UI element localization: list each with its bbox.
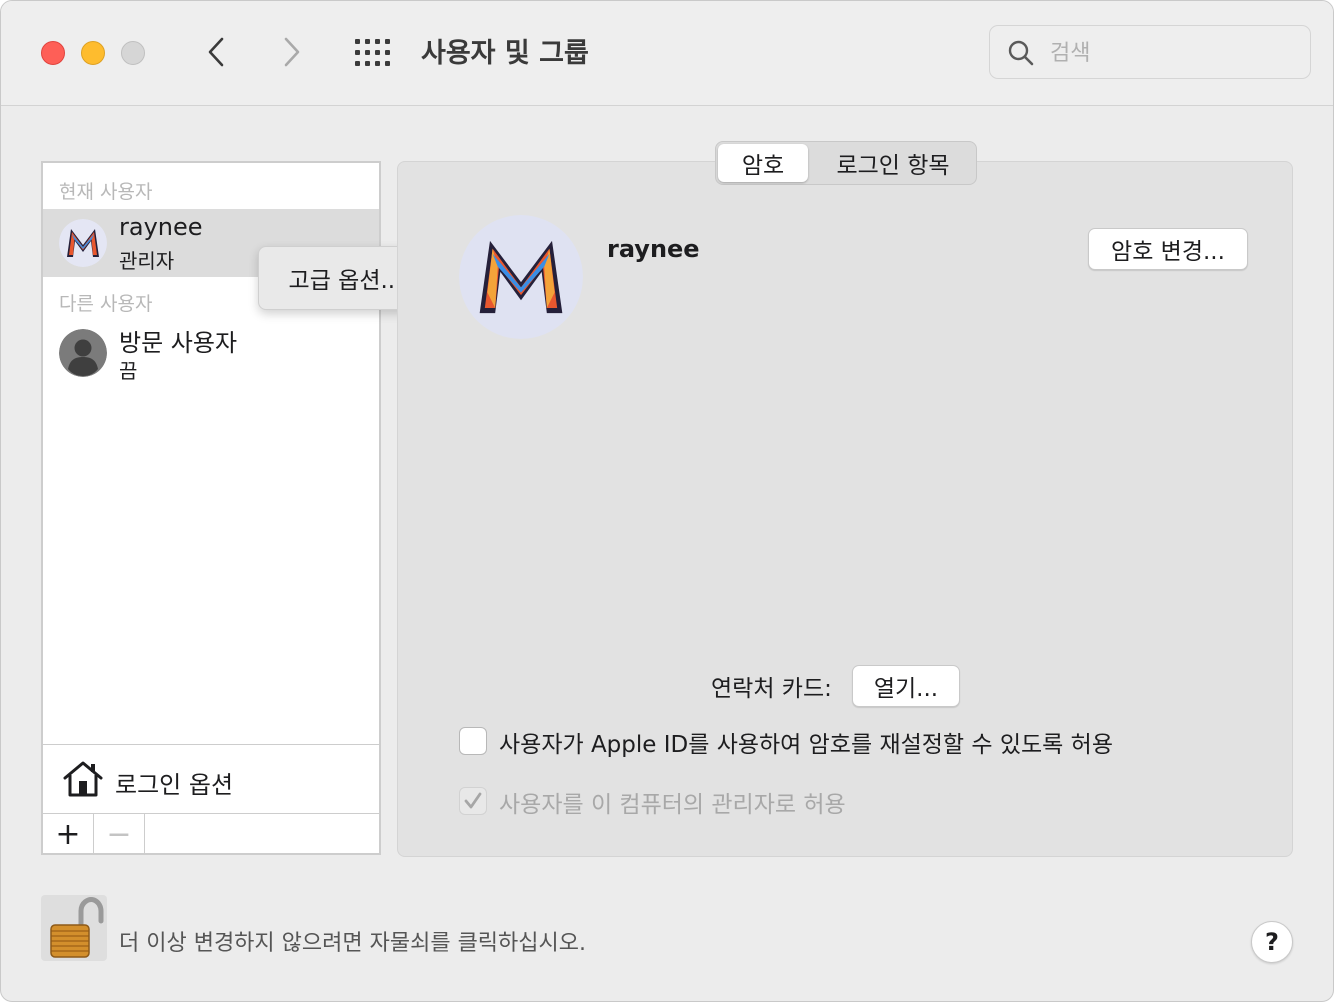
sidebar-button-bar: + − (43, 813, 379, 854)
avatar (59, 219, 107, 267)
minimize-button[interactable] (81, 41, 105, 65)
lock-instruction-text: 더 이상 변경하지 않으려면 자물쇠를 클릭하십시오. (119, 931, 587, 956)
m-logo-avatar-icon (459, 215, 583, 339)
magnifier-icon (1008, 40, 1034, 66)
system-preferences-window: 사용자 및 그룹 현재 사용자 raynee 관리자 다른 사용자 (0, 0, 1334, 1002)
user-picture[interactable] (459, 215, 583, 339)
remove-user-button[interactable]: − (94, 814, 145, 854)
allow-apple-id-label: 사용자가 Apple ID를 사용하여 암호를 재설정할 수 있도록 허용 (499, 732, 1113, 758)
open-contact-card-button[interactable]: 열기... (852, 665, 960, 707)
padlock-open-icon (50, 897, 104, 958)
detail-user-name: raynee (607, 235, 700, 263)
allow-admin-checkbox[interactable] (459, 787, 487, 815)
forward-button[interactable] (275, 31, 309, 73)
m-logo-avatar-icon (59, 219, 107, 267)
chevron-left-icon (208, 37, 224, 67)
chevron-right-icon (284, 37, 300, 67)
help-button[interactable]: ? (1251, 921, 1293, 963)
tab-login-items[interactable]: 로그인 항목 (810, 142, 976, 184)
contact-card-label: 연락처 카드: (711, 676, 832, 702)
user-name: raynee (119, 213, 203, 241)
avatar (59, 329, 107, 377)
user-row-guest[interactable]: 방문 사용자 끔 (43, 319, 379, 387)
login-options-item[interactable]: 로그인 옵션 (43, 745, 379, 813)
tab-password[interactable]: 암호 (718, 144, 808, 182)
search-input[interactable] (1048, 36, 1302, 70)
grid-icon[interactable] (355, 39, 391, 67)
user-name: 방문 사용자 (119, 329, 238, 357)
tab-bar: 암호 로그인 항목 (715, 141, 977, 185)
allow-admin-label: 사용자를 이 컴퓨터의 관리자로 허용 (499, 792, 846, 818)
checkmark-icon (464, 792, 482, 809)
change-password-button[interactable]: 암호 변경... (1088, 228, 1248, 270)
current-users-header: 현재 사용자 (59, 181, 153, 203)
user-status: 끔 (119, 359, 138, 383)
search-field[interactable] (989, 25, 1311, 79)
other-users-header: 다른 사용자 (59, 293, 153, 315)
toolbar: 사용자 및 그룹 (1, 1, 1333, 106)
lock-button[interactable] (41, 895, 107, 961)
login-options-label: 로그인 옵션 (115, 771, 234, 799)
zoom-button[interactable] (121, 41, 145, 65)
user-role: 관리자 (119, 249, 175, 273)
add-user-button[interactable]: + (43, 814, 94, 854)
close-button[interactable] (41, 41, 65, 65)
window-title: 사용자 및 그룹 (421, 38, 589, 69)
back-button[interactable] (199, 31, 233, 73)
person-silhouette-icon (59, 329, 107, 377)
house-icon (63, 761, 103, 797)
allow-apple-id-checkbox[interactable] (459, 727, 487, 755)
